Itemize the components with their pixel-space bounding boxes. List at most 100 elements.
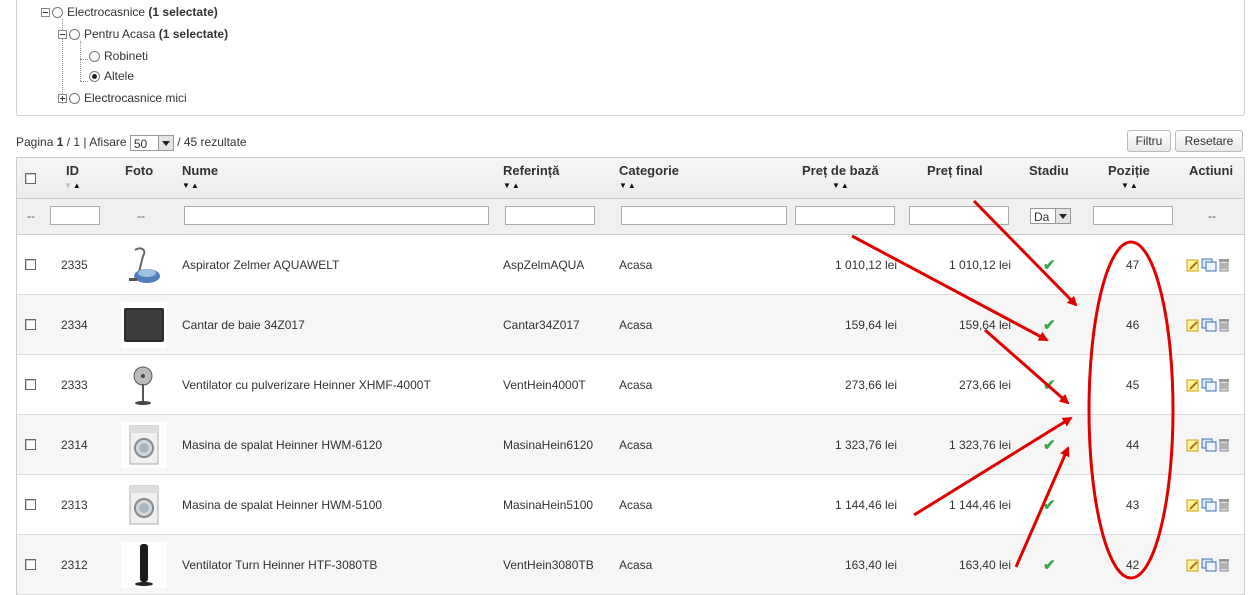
cell-name[interactable]: Masina de spalat Heinner HWM-5100 <box>182 475 382 534</box>
trash-icon[interactable] <box>1218 498 1230 512</box>
sort-icon[interactable]: ▼▲ <box>1121 182 1139 190</box>
edit-icon[interactable] <box>1186 378 1200 392</box>
edit-icon[interactable] <box>1186 498 1200 512</box>
edit-icon[interactable] <box>1186 558 1200 572</box>
base-price-filter-input[interactable] <box>795 206 895 225</box>
result-count: / 45 rezultate <box>173 135 247 149</box>
sort-icon[interactable]: ▼▲ <box>64 182 82 190</box>
reset-button[interactable]: Resetare <box>1175 130 1243 152</box>
cell-base-price: 1 323,76 lei <box>834 437 897 452</box>
status-filter-select[interactable]: Da <box>1030 208 1071 224</box>
duplicate-icon[interactable] <box>1201 558 1217 572</box>
category-filter-input[interactable] <box>621 206 787 225</box>
duplicate-icon[interactable] <box>1201 498 1217 512</box>
status-check-icon[interactable]: ✔ <box>1043 535 1056 594</box>
col-header-reference[interactable]: Referință <box>503 163 559 178</box>
sort-icon[interactable]: ▼▲ <box>503 182 521 190</box>
row-checkbox-cell <box>25 295 36 354</box>
tree-node-altele[interactable]: Altele <box>89 68 134 84</box>
col-header-position[interactable]: Poziție <box>1108 163 1150 178</box>
trash-icon[interactable] <box>1218 558 1230 572</box>
chevron-down-icon[interactable] <box>157 135 173 150</box>
duplicate-icon[interactable] <box>1201 258 1217 272</box>
row-checkbox[interactable] <box>25 559 36 570</box>
tree-node-robineti[interactable]: Robineti <box>89 48 148 64</box>
cell-name[interactable]: Ventilator cu pulverizare Heinner XHMF-4… <box>182 355 431 414</box>
tree-node-electrocasnice-mici[interactable]: Electrocasnice mici <box>58 90 187 106</box>
collapse-icon[interactable] <box>58 30 67 40</box>
table-row[interactable]: 2335 Aspirator Zelmer AQUAWELT AspZelmAQUA… <box>17 235 1244 295</box>
edit-icon[interactable] <box>1186 258 1200 272</box>
product-thumbnail[interactable] <box>121 355 167 414</box>
status-check-icon[interactable]: ✔ <box>1043 415 1056 474</box>
status-check-icon[interactable]: ✔ <box>1043 475 1056 534</box>
status-check-icon[interactable]: ✔ <box>1043 355 1056 414</box>
table-row[interactable]: 2334 Cantar de baie 34Z017 Cantar34Z017 Aca… <box>17 295 1244 355</box>
cell-name[interactable]: Aspirator Zelmer AQUAWELT <box>182 235 339 294</box>
cell-position[interactable]: 43 <box>1126 475 1139 534</box>
col-header-category[interactable]: Categorie <box>619 163 679 178</box>
product-thumbnail[interactable] <box>121 235 167 294</box>
radio-button[interactable] <box>69 93 80 105</box>
trash-icon[interactable] <box>1218 258 1230 272</box>
col-header-name[interactable]: Nume <box>182 163 218 178</box>
cell-position[interactable]: 44 <box>1126 415 1139 474</box>
radio-button[interactable] <box>89 51 100 63</box>
cell-name[interactable]: Ventilator Turn Heinner HTF-3080TB <box>182 535 377 594</box>
id-filter-input[interactable] <box>50 206 100 225</box>
row-checkbox[interactable] <box>25 439 36 450</box>
product-thumbnail[interactable] <box>121 415 167 474</box>
radio-button-selected[interactable] <box>89 71 100 83</box>
cell-position[interactable]: 42 <box>1126 535 1139 594</box>
trash-icon[interactable] <box>1218 378 1230 392</box>
cell-name[interactable]: Masina de spalat Heinner HWM-6120 <box>182 415 382 474</box>
cell-position[interactable]: 45 <box>1126 355 1139 414</box>
cell-position[interactable]: 46 <box>1126 295 1139 354</box>
trash-icon[interactable] <box>1218 438 1230 452</box>
duplicate-icon[interactable] <box>1201 438 1217 452</box>
col-header-id[interactable]: ID <box>66 163 79 178</box>
filter-button[interactable]: Filtru <box>1127 130 1171 152</box>
collapse-icon[interactable] <box>41 8 50 18</box>
row-checkbox[interactable] <box>25 319 36 330</box>
tree-node-electrocasnice[interactable]: Electrocasnice (1 selectate) <box>41 4 218 20</box>
name-filter-input[interactable] <box>184 206 489 225</box>
table-row[interactable]: 2333 Ventilator cu pulverizare Heinner XH… <box>17 355 1244 415</box>
duplicate-icon[interactable] <box>1201 378 1217 392</box>
sort-icon[interactable]: ▼▲ <box>182 182 200 190</box>
trash-icon[interactable] <box>1218 318 1230 332</box>
duplicate-icon[interactable] <box>1201 318 1217 332</box>
reference-filter-input[interactable] <box>505 206 595 225</box>
table-row[interactable]: 2314 Masina de spalat Heinner HWM-6120 Mas… <box>17 415 1244 475</box>
table-row[interactable]: 2312 Ventilator Turn Heinner HTF-3080TB Ve… <box>17 535 1244 595</box>
row-checkbox[interactable] <box>25 499 36 510</box>
per-page-select[interactable]: 50 <box>129 134 174 151</box>
tree-node-pentru-acasa[interactable]: Pentru Acasa (1 selectate) <box>58 26 228 42</box>
cell-category: Acasa <box>619 377 653 392</box>
chevron-down-icon[interactable] <box>1055 209 1070 223</box>
row-checkbox[interactable] <box>25 259 36 270</box>
row-checkbox[interactable] <box>25 379 36 390</box>
product-thumbnail[interactable] <box>121 475 167 534</box>
table-row[interactable]: 2313 Masina de spalat Heinner HWM-5100 Mas… <box>17 475 1244 535</box>
final-price-filter-input[interactable] <box>909 206 1009 225</box>
radio-button[interactable] <box>69 29 80 41</box>
cell-name[interactable]: Cantar de baie 34Z017 <box>182 295 305 354</box>
position-filter-input[interactable] <box>1093 206 1173 225</box>
col-header-status[interactable]: Stadiu <box>1029 163 1069 178</box>
product-thumbnail[interactable] <box>121 295 167 354</box>
select-all-checkbox[interactable] <box>25 172 36 184</box>
cell-position[interactable]: 47 <box>1126 235 1139 294</box>
product-thumbnail[interactable] <box>121 535 167 594</box>
sort-icon[interactable]: ▼▲ <box>619 182 637 190</box>
row-checkbox-cell <box>25 535 36 594</box>
sort-icon[interactable]: ▼▲ <box>832 182 850 190</box>
expand-icon[interactable] <box>58 94 67 104</box>
status-check-icon[interactable]: ✔ <box>1043 235 1056 294</box>
radio-button[interactable] <box>52 7 63 19</box>
edit-icon[interactable] <box>1186 438 1200 452</box>
filter-row: -- -- Da -- <box>17 199 1244 235</box>
col-header-base-price[interactable]: Preț de bază <box>802 163 879 178</box>
edit-icon[interactable] <box>1186 318 1200 332</box>
status-check-icon[interactable]: ✔ <box>1043 295 1056 354</box>
